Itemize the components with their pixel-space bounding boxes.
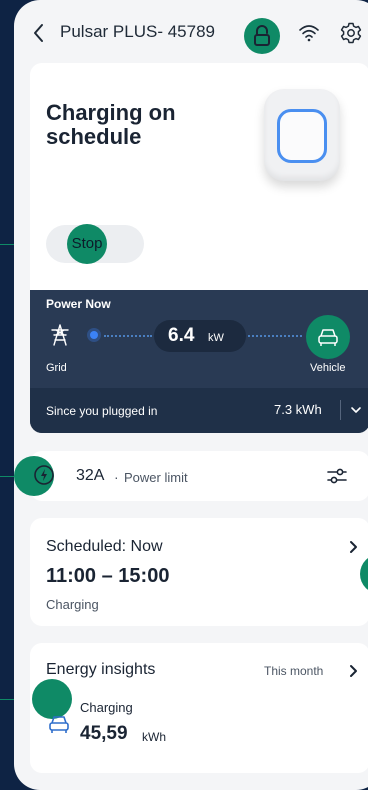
device-name: Pulsar PLUS- 45789: [60, 22, 215, 41]
status-title: Charging on schedule: [46, 100, 176, 149]
energy-value: 45,59: [80, 723, 128, 744]
flow-indicator-dot: [90, 331, 98, 339]
header: Pulsar PLUS- 45789: [14, 14, 368, 54]
vehicle-label: Vehicle: [310, 362, 346, 374]
charger-image: [264, 89, 340, 181]
chevron-down-icon[interactable]: [350, 405, 362, 415]
phone-screen: Pulsar PLUS- 45789 Charging on schedule …: [14, 0, 368, 790]
schedule-marker: [360, 554, 368, 594]
energy-unit: kWh: [142, 730, 166, 744]
energy-marker: [32, 679, 72, 719]
power-now-panel: Power Now Grid 6.4 kW Vehicle Since you …: [30, 290, 368, 433]
power-tower-icon: [51, 324, 69, 346]
since-label: Since you plugged in: [46, 404, 158, 418]
sliders-icon[interactable]: [326, 466, 348, 486]
energy-label: Charging: [80, 700, 133, 715]
lock-icon: [254, 25, 270, 46]
stop-label[interactable]: Stop: [67, 224, 107, 264]
energy-title: Energy insights: [46, 661, 156, 678]
flow-line-left: [104, 335, 152, 337]
chevron-left-icon[interactable]: [30, 22, 48, 44]
power-unit: kW: [208, 332, 224, 344]
lock-button[interactable]: [244, 18, 280, 54]
power-limit-value: 32A: [76, 467, 105, 484]
divider: [340, 400, 341, 420]
power-readout: 6.4 kW: [154, 320, 246, 352]
gear-icon[interactable]: [340, 22, 362, 44]
grid-label: Grid: [46, 362, 67, 374]
power-limit-card[interactable]: 32A · Power limit: [14, 451, 368, 501]
since-value: 7.3 kWh: [274, 402, 322, 417]
power-limit-separator: ·: [114, 469, 119, 485]
car-icon: [318, 329, 338, 346]
schedule-card[interactable]: Scheduled: Now 11:00 – 15:00 Charging: [30, 518, 368, 626]
schedule-status: Charging: [46, 597, 99, 612]
power-limit-label: Power limit: [124, 470, 188, 485]
wifi-icon[interactable]: [298, 24, 320, 42]
flow-line-right: [248, 335, 302, 337]
energy-period[interactable]: This month: [264, 664, 323, 678]
vehicle-marker: [306, 315, 350, 359]
chevron-right-icon[interactable]: [348, 540, 358, 554]
schedule-time: 11:00 – 15:00: [46, 565, 170, 587]
energy-insights-card[interactable]: Energy insights This month Charging 45,5…: [30, 643, 368, 773]
charger-led-ring: [277, 109, 327, 163]
power-value: 6.4: [168, 325, 195, 346]
power-now-title: Power Now: [46, 297, 111, 311]
car-icon: [49, 716, 69, 733]
chevron-right-icon[interactable]: [348, 664, 358, 678]
since-plugged-row[interactable]: Since you plugged in 7.3 kWh: [30, 388, 368, 433]
bolt-icon: [34, 465, 54, 485]
charging-status-card: Charging on schedule Stop Power Now Grid…: [30, 63, 368, 433]
schedule-title: Scheduled: Now: [46, 538, 163, 555]
